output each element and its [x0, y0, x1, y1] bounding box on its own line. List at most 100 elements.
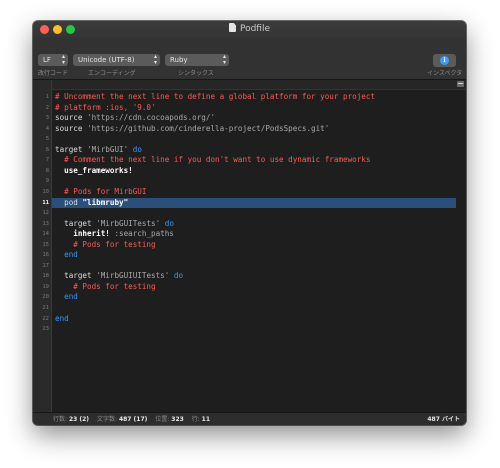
position-value: 323 — [171, 416, 184, 423]
code-line[interactable]: 11 pod "libmruby" — [33, 197, 466, 209]
code-token: 'https://cdn.cocoapods.org/' — [87, 113, 216, 123]
code-line[interactable]: 6 target 'MirbGUI' do — [33, 145, 466, 156]
line-code[interactable]: source 'https://github.com/cinderella-pr… — [55, 124, 329, 135]
code-line[interactable]: 1 # Uncomment the next line to define a g… — [33, 92, 466, 103]
line-count-label: 行数: — [53, 416, 68, 423]
code-line[interactable]: 8 use_frameworks! — [33, 166, 466, 177]
line-number: 16 — [42, 252, 49, 259]
code-line[interactable]: 4 source 'https://github.com/cinderella-p… — [33, 124, 466, 135]
code-line[interactable]: 20 end — [33, 292, 466, 303]
line-number: 18 — [42, 273, 49, 280]
code-token: # Pods for MirbGUI — [55, 186, 147, 196]
code-token: 'https://github.com/cinderella-project/P… — [87, 123, 330, 133]
text-editor[interactable]: 1 # Uncomment the next line to define a g… — [33, 80, 466, 412]
line-code[interactable]: # Comment the next line if you don't wan… — [55, 155, 370, 166]
row-label: 行: — [191, 416, 200, 423]
code-line[interactable]: 7 # Comment the next line if you don't w… — [33, 155, 466, 166]
line-number: 19 — [42, 283, 49, 290]
line-code[interactable]: # Uncomment the next line to define a gl… — [55, 92, 375, 103]
line-number: 2 — [45, 104, 49, 111]
code-line[interactable]: 16 end — [33, 250, 466, 261]
code-token: "libmruby" — [82, 197, 129, 207]
line-code[interactable]: end — [55, 250, 78, 261]
code-line[interactable]: 3 source 'https://cdn.cocoapods.org/' — [33, 113, 466, 124]
window-title: Podfile — [33, 23, 466, 36]
line-number: 23 — [42, 326, 49, 333]
code-token: # Pods for testing — [55, 281, 156, 291]
popup-arrows-icon: ▴ ▾ — [61, 53, 65, 66]
code-token: 'MirbGUI' — [87, 144, 129, 154]
line-code[interactable]: inherit! :search_paths — [55, 229, 174, 240]
code-line[interactable]: 2 # platform :ios, '9.0' — [33, 103, 466, 114]
encoding-value: Unicode (UTF-8) — [78, 56, 135, 64]
code-token: target — [55, 144, 88, 154]
line-code[interactable]: target 'MirbGUI' do — [55, 145, 142, 156]
line-code[interactable]: target 'MirbGUIUITests' do — [55, 271, 183, 282]
line-number: 20 — [42, 294, 49, 301]
line-code[interactable]: # Pods for testing — [55, 281, 156, 293]
syntax-label: シンタックス — [178, 70, 214, 77]
line-number: 1 — [45, 94, 49, 100]
editor-window: Podfile LF ▴ ▾ 改行コード Unicode (UTF-8) ▴ ▾ エ… — [33, 21, 466, 425]
line-number: 8 — [45, 167, 49, 174]
toolbar: LF ▴ ▾ 改行コード Unicode (UTF-8) ▴ ▾ エンコーディング … — [33, 38, 466, 80]
line-code[interactable]: use_frameworks! — [55, 166, 133, 177]
line-number: 21 — [42, 305, 49, 311]
code-token: # Comment the next line if you don't wan… — [55, 155, 371, 165]
code-line[interactable]: 23 — [33, 324, 466, 335]
line-number: 14 — [42, 231, 49, 238]
code-token: end — [55, 313, 69, 323]
line-number: 7 — [45, 157, 49, 164]
code-token: inherit! — [55, 229, 115, 239]
line-code[interactable]: # Pods for testing — [55, 239, 156, 251]
line-count-value: 23 (2) — [68, 416, 90, 423]
line-code[interactable]: target 'MirbGUITests' do — [55, 219, 174, 230]
inspector-label: インスペクタ — [427, 70, 463, 77]
code-token: # platform :ios, '9.0' — [55, 102, 156, 112]
code-token: use_frameworks! — [55, 165, 133, 175]
char-count-value: 487 (17) — [118, 416, 148, 423]
code-token: do — [169, 271, 184, 281]
line-code[interactable]: end — [55, 314, 69, 325]
code-token: source — [55, 123, 88, 133]
code-line[interactable]: 17 — [33, 261, 466, 272]
code-line[interactable]: 19 # Pods for testing — [33, 282, 466, 293]
code-line[interactable]: 18 target 'MirbGUIUITests' do — [33, 271, 466, 282]
code-line[interactable]: 21 — [33, 303, 466, 314]
line-code[interactable]: # Pods for MirbGUI — [55, 187, 146, 198]
row-value: 11 — [201, 416, 211, 423]
code-line[interactable]: 13 target 'MirbGUITests' do — [33, 219, 466, 230]
line-number: 4 — [45, 125, 49, 132]
inspector-button[interactable]: i — [433, 54, 456, 67]
syntax-popup[interactable]: Ruby ▴ ▾ — [165, 54, 229, 66]
line-code[interactable]: pod "libmruby" — [55, 198, 128, 209]
title-bar[interactable]: Podfile — [33, 21, 466, 38]
line-code[interactable]: end — [55, 292, 78, 303]
code-token: end — [55, 292, 78, 302]
line-number: 15 — [42, 241, 49, 248]
code-line[interactable]: 12 — [33, 208, 466, 219]
code-line[interactable]: 9 — [33, 176, 466, 187]
line-code[interactable]: source 'https://cdn.cocoapods.org/' — [55, 113, 215, 124]
code-line[interactable]: 14 inherit! :search_paths — [33, 229, 466, 240]
line-ending-value: LF — [43, 56, 51, 64]
encoding-popup[interactable]: Unicode (UTF-8) ▴ ▾ — [73, 54, 160, 66]
code-token: do — [128, 144, 142, 154]
line-number: 13 — [42, 220, 49, 227]
code-line[interactable]: 15 # Pods for testing — [33, 240, 466, 251]
line-number: 5 — [45, 136, 49, 143]
char-count-label: 文字数: — [96, 416, 118, 423]
code-line[interactable]: 22 end — [33, 314, 466, 325]
line-ending-popup[interactable]: LF ▴ ▾ — [38, 54, 68, 66]
line-code[interactable]: # platform :ios, '9.0' — [55, 103, 156, 114]
code-token: target — [55, 218, 97, 228]
code-token: pod — [55, 197, 83, 207]
code-token: 'MirbGUIUITests' — [96, 271, 170, 281]
line-number: 17 — [42, 262, 49, 269]
info-icon: i — [440, 56, 449, 65]
code-line[interactable]: 5 — [33, 134, 466, 145]
split-editor-button[interactable] — [457, 81, 464, 87]
code-token: # Pods for testing — [55, 239, 156, 249]
code-line[interactable]: 10 # Pods for MirbGUI — [33, 187, 466, 198]
char-count-status: 文字数: 487 (17) — [97, 416, 147, 423]
